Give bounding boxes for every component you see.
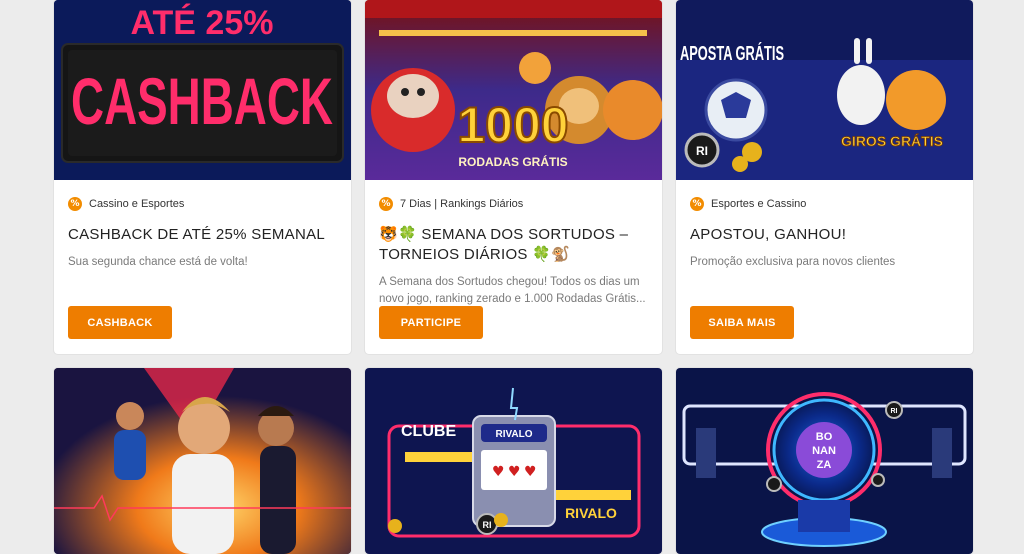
promo-title: 🐯🍀 SEMANA DOS SORTUDOS – TORNEIOS DIÁRIO… xyxy=(379,226,629,263)
promo-description: Sua segunda chance está de volta! xyxy=(68,256,248,268)
promo-title: CASHBACK DE ATÉ 25% SEMANAL xyxy=(68,226,326,243)
banner-headline-top: ATÉ 25% xyxy=(131,4,274,42)
sign-left: CLUBE xyxy=(401,423,456,440)
percent-badge-icon: % xyxy=(68,197,82,211)
promo-category-label: Cassino e Esportes xyxy=(89,198,185,210)
percent-badge-icon: % xyxy=(690,197,704,211)
promo-card-clube-rivalo[interactable]: RIVALO ♥ ♥ ♥ CLUBE RIVALO RI xyxy=(365,368,662,554)
cashback-banner[interactable]: ATÉ 25% CASHBACK xyxy=(54,0,351,180)
wheel-text-line1: BO xyxy=(816,431,833,443)
promo-category-label: Esportes e Cassino xyxy=(711,198,807,210)
banner-headline-top: APOSTA GRÁTIS xyxy=(680,42,784,65)
promo-card-apostou-ganhou[interactable]: RI APOSTA GRÁTIS GIROS GRÁTIS % Esportes… xyxy=(676,0,973,354)
promo-category-label: 7 Dias | Rankings Diários xyxy=(400,198,524,210)
bonanza-wheel-banner[interactable]: BO NAN ZA RI xyxy=(676,368,973,554)
rodadas-gratis-banner[interactable]: 1000 RODADAS GRÁTIS xyxy=(365,0,662,180)
promo-category: % Cassino e Esportes xyxy=(68,196,337,212)
promo-description: A Semana dos Sortudos chegou! Todos os d… xyxy=(379,276,646,305)
wheel-text-line3: ZA xyxy=(817,459,832,471)
sign-right: RIVALO xyxy=(565,505,617,521)
banner-headline-main: CASHBACK xyxy=(71,64,333,138)
cherry-icon: ♥ xyxy=(508,464,521,480)
cherry-icon: ♥ xyxy=(492,464,505,480)
promo-category: % 7 Dias | Rankings Diários xyxy=(379,196,648,212)
banner-headline-sub: RODADAS GRÁTIS xyxy=(458,154,567,169)
promo-card-cashback[interactable]: ATÉ 25% CASHBACK % Cassino e Esportes CA… xyxy=(54,0,351,354)
cherry-icon: ♥ xyxy=(524,464,537,480)
promo-card-bonanza[interactable]: BO NAN ZA RI xyxy=(676,368,973,554)
banner-headline-main: 1000 xyxy=(457,97,568,153)
clube-rivalo-banner[interactable]: RIVALO ♥ ♥ ♥ CLUBE RIVALO RI xyxy=(365,368,662,554)
promo-description: Promoção exclusiva para novos clientes xyxy=(690,256,896,268)
promo-card-sports-athletes[interactable] xyxy=(54,368,351,554)
wheel-text-line2: NAN xyxy=(812,445,836,457)
slot-label: RIVALO xyxy=(495,429,532,440)
saiba-mais-button[interactable]: SAIBA MAIS xyxy=(690,306,794,339)
cashback-button[interactable]: CASHBACK xyxy=(68,306,172,339)
coin-label: RI xyxy=(483,520,492,530)
promotions-grid: ATÉ 25% CASHBACK % Cassino e Esportes CA… xyxy=(0,0,1024,554)
promo-category: % Esportes e Cassino xyxy=(690,196,959,212)
promo-card-semana-sortudos[interactable]: 1000 RODADAS GRÁTIS % 7 Dias | Rankings … xyxy=(365,0,662,354)
promo-title: APOSTOU, GANHOU! xyxy=(690,226,847,243)
aposta-gratis-banner[interactable]: RI APOSTA GRÁTIS GIROS GRÁTIS xyxy=(676,0,973,180)
coin-label: RI xyxy=(891,408,898,415)
coin-label: RI xyxy=(696,144,708,158)
participe-button[interactable]: PARTICIPE xyxy=(379,306,483,339)
percent-badge-icon: % xyxy=(379,197,393,211)
banner-headline-sub: GIROS GRÁTIS xyxy=(841,133,943,149)
sports-athletes-banner[interactable] xyxy=(54,368,351,554)
